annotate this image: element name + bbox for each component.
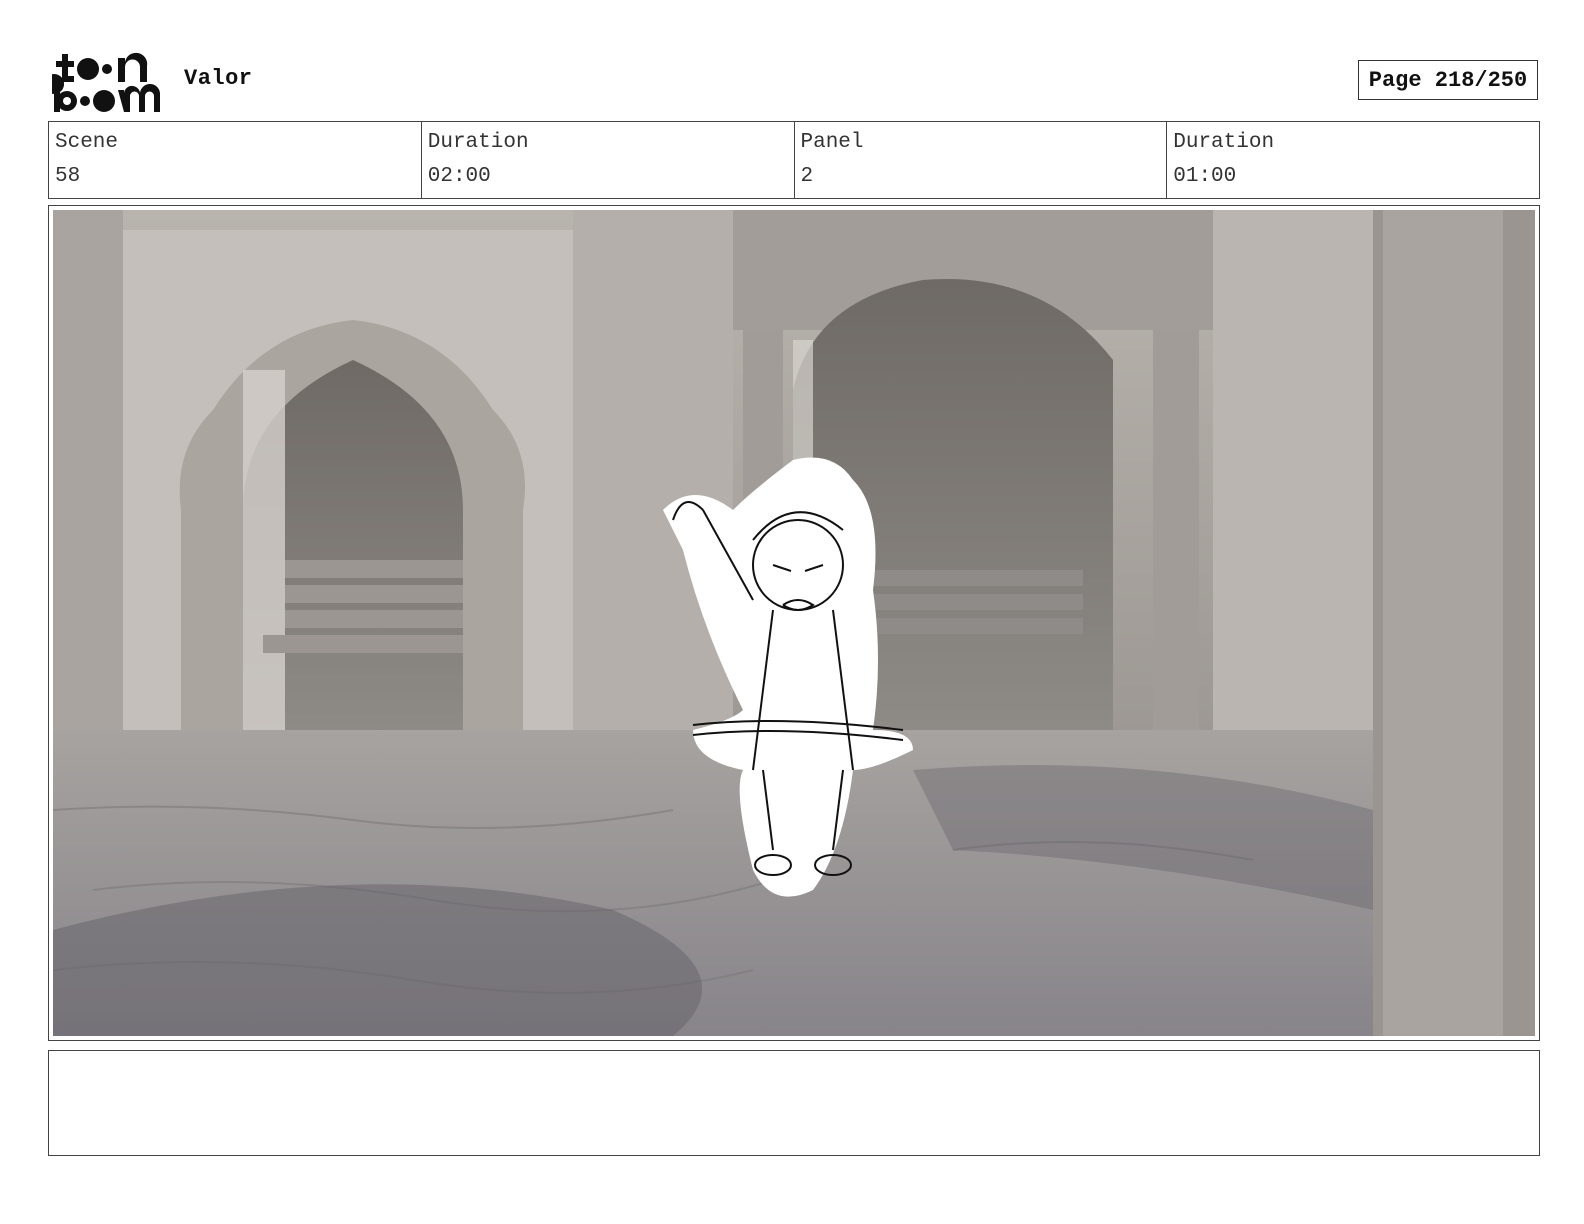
- toon-boom-logo: [44, 52, 164, 112]
- scene-duration-cell: Duration 02:00: [420, 122, 794, 198]
- project-title: Valor: [184, 66, 253, 91]
- scene-cell: Scene 58: [49, 122, 421, 198]
- panel-cell: Panel 2: [793, 122, 1167, 198]
- panel-duration-label: Duration: [1173, 131, 1275, 154]
- scene-duration-label: Duration: [427, 131, 529, 154]
- logo-mark: [44, 52, 160, 112]
- scene-duration-value: 02:00: [427, 165, 491, 188]
- scene-info-table: Scene 58 Duration 02:00 Panel 2 Duration…: [48, 121, 1540, 199]
- panel-duration-value: 01:00: [1173, 165, 1237, 188]
- panel-label: Panel: [800, 131, 864, 154]
- page-indicator: Page 218/250: [1358, 60, 1538, 100]
- scene-value: 58: [55, 165, 81, 188]
- panel-artwork: [53, 210, 1535, 1036]
- storyboard-panel: [48, 205, 1540, 1041]
- panel-notes: [48, 1050, 1540, 1156]
- scene-label: Scene: [55, 131, 119, 154]
- panel-duration-cell: Duration 01:00: [1166, 122, 1539, 198]
- panel-value: 2: [800, 165, 814, 188]
